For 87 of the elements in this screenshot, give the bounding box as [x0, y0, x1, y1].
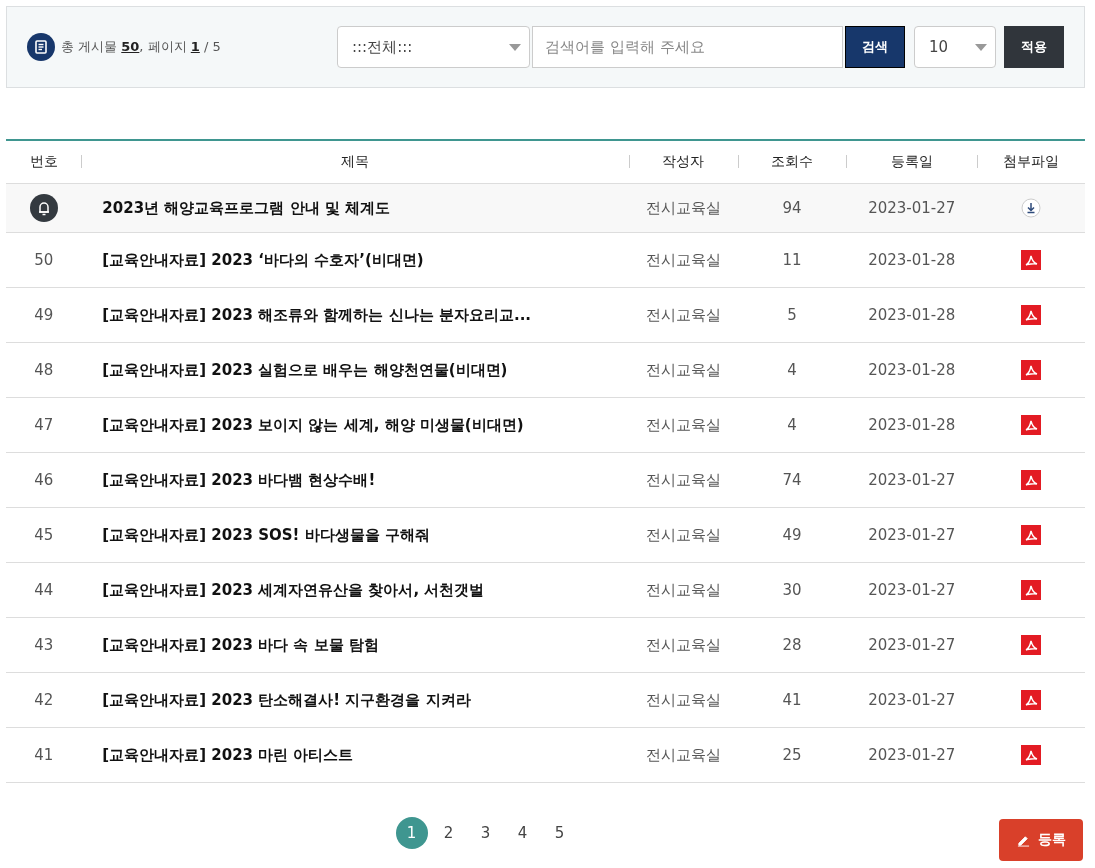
pdf-file-icon[interactable] — [1021, 745, 1042, 765]
pdf-file-icon[interactable] — [1021, 360, 1042, 380]
post-title-link[interactable]: [교육안내자료] 2023 탄소해결사! 지구환경을 지켜라 — [81, 690, 471, 709]
page-link[interactable]: 4 — [506, 817, 539, 849]
post-title-link[interactable]: [교육안내자료] 2023 보이지 않는 세계, 해양 미생물(비대면) — [81, 415, 524, 434]
author-cell: 전시교육실 — [645, 305, 721, 324]
column-header: 제목 — [341, 153, 370, 169]
post-title-link[interactable]: [교육안내자료] 2023 ‘바다의 수호자’(비대면) — [81, 250, 424, 269]
post-number: 44 — [34, 581, 54, 599]
search-button[interactable]: 검색 — [845, 26, 905, 68]
page-link[interactable]: 2 — [432, 817, 465, 849]
date-cell: 2023-01-28 — [868, 361, 956, 379]
post-number: 48 — [34, 361, 54, 379]
view-count-cell: 94 — [782, 199, 802, 217]
pencil-icon — [1016, 833, 1030, 847]
post-title-link[interactable]: [교육안내자료] 2023 바다뱀 현상수배! — [81, 470, 376, 489]
post-title-link[interactable]: [교육안내자료] 2023 바다 속 보물 탐험 — [81, 635, 379, 654]
post-number: 49 — [34, 306, 54, 324]
caret-icon — [975, 43, 987, 51]
view-count-cell: 11 — [782, 251, 802, 269]
post-count-summary: 총 게시물 50, 페이지 1 / 5 — [61, 38, 221, 56]
post-title-link[interactable]: [교육안내자료] 2023 해조류와 함께하는 신나는 분자요리교... — [81, 305, 532, 324]
view-count-cell: 25 — [782, 746, 802, 764]
author-cell: 전시교육실 — [645, 525, 721, 544]
page-link[interactable]: 3 — [469, 817, 502, 849]
post-number: 50 — [34, 251, 54, 269]
post-number: 46 — [34, 471, 54, 489]
apply-button[interactable]: 적용 — [1004, 26, 1064, 68]
register-button[interactable]: 등록 — [999, 819, 1083, 861]
column-header: 번호 — [29, 153, 58, 169]
author-cell: 전시교육실 — [645, 635, 721, 654]
post-number: 43 — [34, 636, 54, 654]
date-cell: 2023-01-27 — [868, 199, 956, 217]
document-icon — [27, 33, 55, 61]
author-cell: 전시교육실 — [645, 690, 721, 709]
date-cell: 2023-01-28 — [868, 416, 956, 434]
pdf-file-icon[interactable] — [1021, 470, 1042, 490]
column-header: 조회수 — [770, 153, 813, 169]
view-count-cell: 4 — [787, 416, 797, 434]
bell-icon — [29, 194, 58, 222]
caret-icon — [509, 43, 521, 51]
date-cell: 2023-01-27 — [868, 636, 956, 654]
post-number: 41 — [34, 746, 54, 764]
pdf-file-icon[interactable] — [1021, 415, 1042, 435]
date-cell: 2023-01-27 — [868, 526, 956, 544]
post-title-link[interactable]: [교육안내자료] 2023 마린 아티스트 — [81, 745, 354, 764]
post-number: 42 — [34, 691, 54, 709]
date-cell: 2023-01-27 — [868, 691, 956, 709]
page-link[interactable]: 5 — [543, 817, 576, 849]
category-select[interactable]: :::전체::: — [337, 26, 530, 68]
view-count-cell: 49 — [782, 526, 802, 544]
author-cell: 전시교육실 — [645, 470, 721, 489]
view-count-cell: 41 — [782, 691, 802, 709]
view-count-cell: 30 — [782, 581, 802, 599]
view-count-cell: 28 — [782, 636, 802, 654]
date-cell: 2023-01-28 — [868, 306, 956, 324]
post-title-link[interactable]: [교육안내자료] 2023 SOS! 바다생물을 구해줘 — [81, 525, 430, 544]
column-header: 등록일 — [890, 153, 933, 169]
column-header: 첨부파일 — [1003, 153, 1060, 169]
author-cell: 전시교육실 — [645, 580, 721, 599]
page-link[interactable]: 1 — [395, 817, 428, 849]
download-icon[interactable] — [1021, 198, 1042, 218]
date-cell: 2023-01-28 — [868, 251, 956, 269]
post-number: 45 — [34, 526, 54, 544]
pdf-file-icon[interactable] — [1021, 525, 1042, 545]
date-cell: 2023-01-27 — [868, 471, 956, 489]
pdf-file-icon[interactable] — [1021, 690, 1042, 710]
author-cell: 전시교육실 — [645, 250, 721, 269]
pdf-file-icon[interactable] — [1021, 305, 1042, 325]
date-cell: 2023-01-27 — [868, 746, 956, 764]
pdf-file-icon[interactable] — [1021, 635, 1042, 655]
author-cell: 전시교육실 — [645, 360, 721, 379]
column-header: 작성자 — [662, 153, 705, 169]
pdf-file-icon[interactable] — [1021, 580, 1042, 600]
view-count-cell: 5 — [787, 306, 797, 324]
search-field[interactable]: 검색어를 입력해 주세요 — [532, 26, 843, 68]
view-count-cell: 74 — [782, 471, 802, 489]
pdf-file-icon[interactable] — [1021, 250, 1042, 270]
post-number: 47 — [34, 416, 54, 434]
date-cell: 2023-01-27 — [868, 581, 956, 599]
post-title-link[interactable]: [교육안내자료] 2023 실험으로 배우는 해양천연물(비대면) — [81, 360, 508, 379]
view-count-cell: 4 — [787, 361, 797, 379]
author-cell: 전시교육실 — [645, 198, 721, 217]
author-cell: 전시교육실 — [645, 415, 721, 434]
post-title-link[interactable]: [교육안내자료] 2023 세계자연유산을 찾아서, 서천갯벌 — [81, 580, 485, 599]
author-cell: 전시교육실 — [645, 745, 721, 764]
page-size-select[interactable]: 10 — [914, 26, 996, 68]
